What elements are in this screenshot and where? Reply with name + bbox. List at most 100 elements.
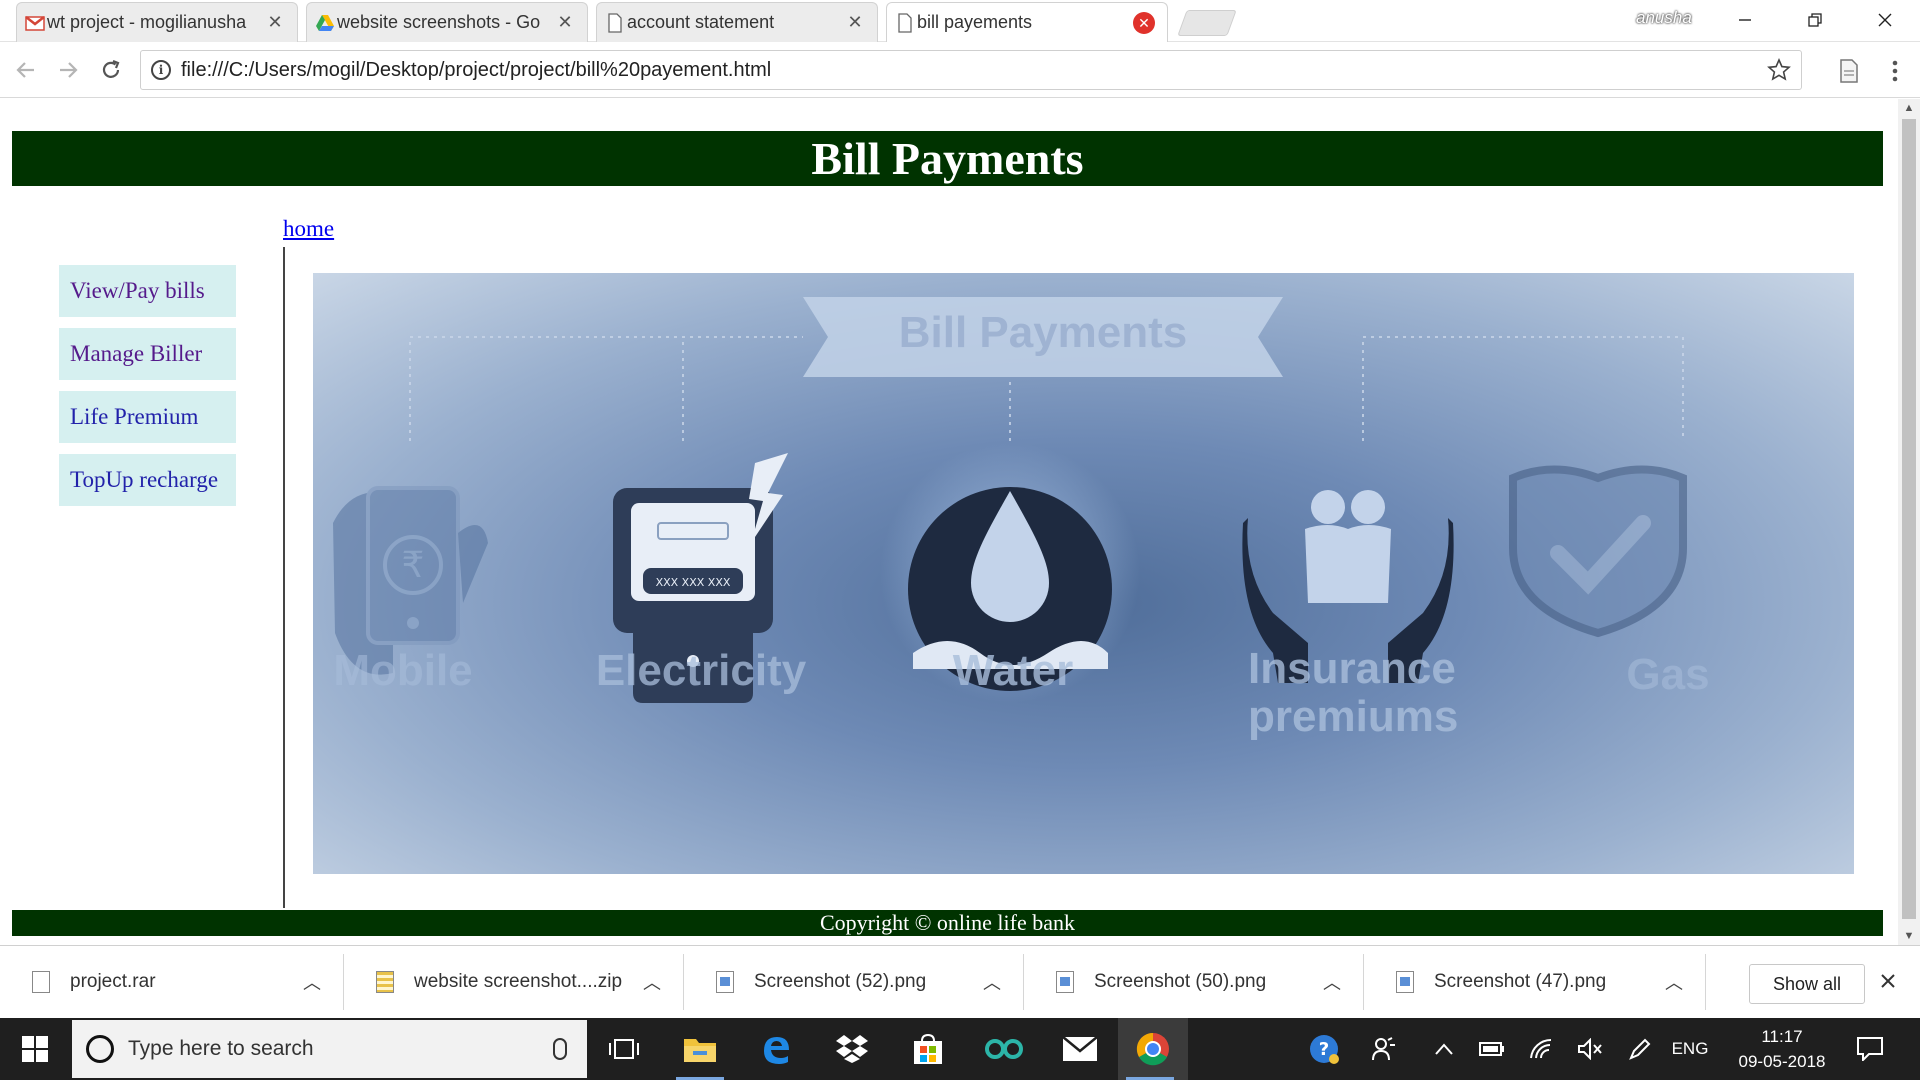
chevron-up-icon[interactable]: [1426, 1018, 1462, 1080]
microphone-icon[interactable]: [553, 1038, 567, 1060]
window-close-icon[interactable]: [1850, 0, 1920, 40]
page-title: Bill Payments: [811, 133, 1084, 184]
page-viewport: Bill Payments View/Pay bills Manage Bill…: [0, 99, 1898, 945]
browser-tab-strip: wt project - mogilianusha ✕ website scre…: [0, 0, 1920, 42]
scroll-up-arrow-icon[interactable]: ▲: [1898, 99, 1920, 117]
banner-label-electricity: Electricity: [596, 646, 807, 695]
cortana-icon[interactable]: [86, 1035, 114, 1063]
info-icon[interactable]: i: [151, 60, 171, 80]
microsoft-store-icon[interactable]: [896, 1018, 960, 1080]
search-placeholder[interactable]: Type here to search: [128, 1037, 553, 1061]
help-icon[interactable]: ?: [1302, 1018, 1346, 1080]
meter-text: XXX XXX XXX: [656, 576, 731, 589]
banner-label-mobile: Mobile: [333, 646, 472, 695]
volume-muted-icon[interactable]: [1570, 1018, 1610, 1080]
clock-date: 09-05-2018: [1738, 1052, 1826, 1071]
svg-text:₹: ₹: [402, 545, 425, 586]
restore-icon[interactable]: [1780, 0, 1850, 40]
image-file-icon: [1056, 971, 1074, 993]
tab-title: account statement: [627, 12, 775, 32]
tab-title: wt project - mogilianusha: [47, 12, 247, 32]
url-text[interactable]: file:///C:/Users/mogil/Desktop/project/p…: [181, 59, 1767, 82]
tab-title: bill payements: [917, 12, 1033, 32]
close-icon[interactable]: ✕: [1133, 11, 1155, 34]
close-icon[interactable]: [1880, 968, 1896, 996]
download-shelf: project.rar ︿ website screenshot....zip …: [0, 945, 1920, 1018]
menu-manage-biller[interactable]: Manage Biller: [59, 328, 236, 380]
home-link[interactable]: home: [283, 216, 334, 242]
people-icon[interactable]: [1364, 1018, 1404, 1080]
google-drive-icon: [316, 15, 334, 31]
battery-icon[interactable]: [1472, 1018, 1512, 1080]
svg-text:?: ?: [1319, 1039, 1329, 1060]
download-item[interactable]: Screenshot (52).png ︿: [684, 954, 1024, 1010]
chevron-up-icon[interactable]: ︿: [637, 969, 667, 995]
tab-title: website screenshots - Go: [337, 12, 541, 32]
menu-kebab-icon[interactable]: [1880, 56, 1910, 86]
tab-bill-payements[interactable]: bill payements ✕: [886, 2, 1168, 42]
tab-gmail[interactable]: wt project - mogilianusha ✕: [16, 2, 298, 42]
menu-life-premium[interactable]: Life Premium: [59, 391, 236, 443]
shield-check-icon: [1509, 465, 1687, 638]
pen-icon[interactable]: [1620, 1018, 1660, 1080]
scroll-thumb[interactable]: [1902, 119, 1916, 919]
page-icon: [898, 13, 912, 33]
windows-taskbar: Type here to search ? ENG 11:17 09-05-20…: [0, 1018, 1920, 1080]
new-tab-button[interactable]: [1177, 10, 1237, 36]
back-arrow-icon[interactable]: [8, 52, 44, 88]
download-name: website screenshot....zip: [414, 971, 623, 992]
banner-title: Bill Payments: [899, 308, 1188, 357]
chevron-up-icon[interactable]: ︿: [297, 969, 327, 995]
close-icon[interactable]: ✕: [555, 12, 575, 33]
file-icon: [32, 971, 50, 993]
task-view-icon[interactable]: [592, 1018, 656, 1080]
forward-arrow-icon[interactable]: [50, 52, 86, 88]
close-icon[interactable]: ✕: [265, 12, 285, 33]
tab-google-drive[interactable]: website screenshots - Go ✕: [306, 2, 588, 42]
banner-label-insurance: Insurance premiums: [1248, 645, 1459, 741]
reload-icon[interactable]: [93, 52, 129, 88]
notification-icon[interactable]: [1850, 1018, 1890, 1080]
wifi-icon[interactable]: [1522, 1018, 1562, 1080]
banner-label-gas: Gas: [1626, 650, 1709, 699]
arduino-icon[interactable]: [972, 1018, 1036, 1080]
show-all-button[interactable]: Show all: [1749, 964, 1865, 1004]
clock-time: 11:17: [1761, 1027, 1803, 1046]
taskbar-search[interactable]: Type here to search: [72, 1020, 587, 1078]
file-explorer-icon[interactable]: [668, 1018, 732, 1080]
tab-account-statement[interactable]: account statement ✕: [596, 2, 878, 42]
edge-browser-icon[interactable]: [744, 1018, 808, 1080]
windows-start-icon[interactable]: [0, 1018, 70, 1080]
chrome-icon[interactable]: [1118, 1018, 1188, 1080]
page-footer: Copyright © online life bank: [12, 910, 1883, 936]
chevron-up-icon[interactable]: ︿: [977, 969, 1007, 995]
extension-page-icon[interactable]: [1834, 56, 1864, 86]
bookmark-star-icon[interactable]: [1767, 58, 1791, 82]
browser-toolbar: i file:///C:/Users/mogil/Desktop/project…: [0, 42, 1920, 98]
download-item[interactable]: website screenshot....zip ︿: [344, 954, 684, 1010]
taskbar-clock[interactable]: 11:17 09-05-2018: [1720, 1024, 1844, 1074]
zip-file-icon: [376, 971, 394, 993]
download-item[interactable]: Screenshot (50).png ︿: [1024, 954, 1364, 1010]
profile-name[interactable]: anusha: [1636, 8, 1692, 28]
language-indicator[interactable]: ENG: [1668, 1018, 1712, 1080]
page-scrollbar[interactable]: ▲ ▼: [1898, 99, 1920, 945]
menu-topup-recharge[interactable]: TopUp recharge: [59, 454, 236, 506]
menu-view-pay-bills[interactable]: View/Pay bills: [59, 265, 236, 317]
minimize-icon[interactable]: [1710, 0, 1780, 40]
download-item[interactable]: Screenshot (47).png ︿: [1364, 954, 1706, 1010]
chevron-up-icon[interactable]: ︿: [1317, 969, 1347, 995]
download-name: Screenshot (50).png: [1094, 971, 1267, 992]
download-name: Screenshot (47).png: [1434, 971, 1607, 992]
dropbox-icon[interactable]: [820, 1018, 884, 1080]
download-item[interactable]: project.rar ︿: [0, 954, 344, 1010]
image-file-icon: [1396, 971, 1414, 993]
page-header: Bill Payments: [12, 131, 1883, 186]
scroll-down-arrow-icon[interactable]: ▼: [1898, 927, 1920, 945]
mail-icon[interactable]: [1048, 1018, 1112, 1080]
chevron-up-icon[interactable]: ︿: [1659, 969, 1689, 995]
address-bar[interactable]: i file:///C:/Users/mogil/Desktop/project…: [140, 50, 1802, 90]
banner-label-water: Water: [953, 646, 1074, 695]
close-icon[interactable]: ✕: [845, 12, 865, 33]
gmail-icon: [25, 16, 45, 31]
